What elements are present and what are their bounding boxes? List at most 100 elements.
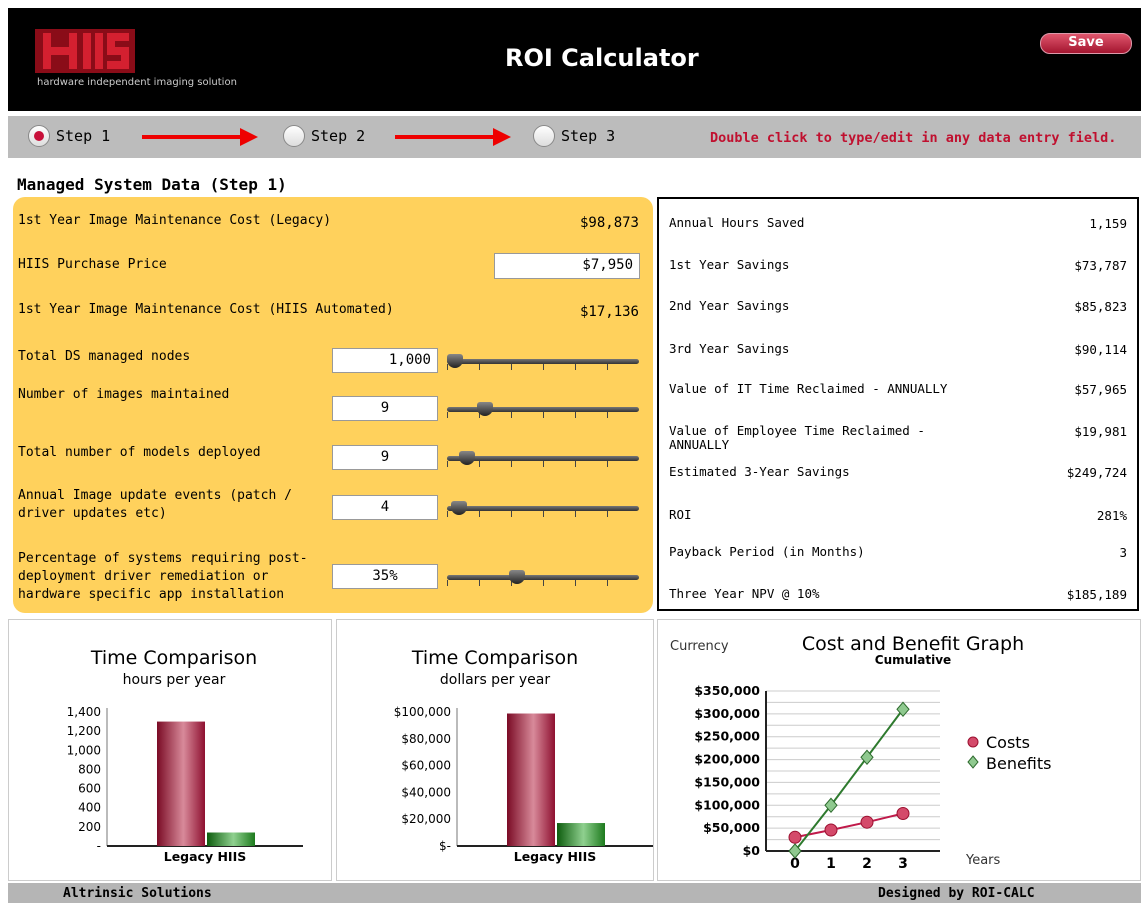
slider-ticks (447, 461, 639, 467)
result-label: Value of Employee Time Reclaimed - ANNUA… (669, 423, 925, 452)
legacy-cost-value: $98,873 (579, 215, 639, 231)
update-events-input[interactable]: 4 (332, 495, 438, 520)
result-label: Estimated 3-Year Savings (669, 464, 850, 479)
automated-cost-value: $17,136 (579, 304, 639, 320)
step-3-label: Step 3 (561, 127, 616, 145)
y-tick-label: $300,000 (694, 706, 760, 721)
chart-title: Time Comparison (90, 647, 257, 669)
x-axis-title: Years (965, 853, 1001, 868)
legend-benefits-marker (967, 755, 979, 769)
input-panel: 1st Year Image Maintenance Cost (Legacy)… (13, 197, 653, 613)
footer-credit: Designed by ROI-CALC (878, 886, 1035, 901)
result-value: $185,189 (1066, 587, 1127, 602)
result-label: ROI (669, 507, 692, 522)
cost-point (860, 815, 874, 829)
section-title: Managed System Data (Step 1) (17, 175, 287, 194)
x-tick-label: 1 (826, 856, 836, 872)
y-tick-label: $40,000 (401, 785, 451, 799)
edit-hint: Double click to type/edit in any data en… (710, 130, 1117, 146)
y-tick-label: 200 (78, 820, 101, 834)
chart-subtitle: Cumulative (875, 653, 951, 667)
step-2-radio[interactable]: Step 2 (283, 125, 365, 147)
legend-costs-label: Costs (986, 733, 1030, 752)
slider-ticks (447, 364, 639, 370)
step-1-label: Step 1 (56, 127, 111, 145)
results-panel: Annual Hours Saved 1,159 1st Year Saving… (657, 197, 1139, 611)
radio-unselected-icon (283, 125, 305, 147)
result-label: 2nd Year Savings (669, 298, 790, 313)
slider-ticks (447, 580, 639, 586)
time-dollars-chart: Time Comparison dollars per year $100,000 $… (394, 647, 653, 864)
legend-costs-marker (967, 736, 979, 748)
step-1-radio[interactable]: Step 1 (28, 125, 110, 147)
y-tick-label: 400 (78, 801, 101, 815)
y-tick-label: $20,000 (401, 812, 451, 826)
chart-title: Time Comparison (411, 647, 578, 669)
cost-point (896, 807, 910, 821)
x-tick-label: 2 (862, 856, 872, 872)
y-tick-label: $60,000 (401, 759, 451, 773)
chart-subtitle: dollars per year (440, 672, 550, 688)
x-tick-label: Legacy HIIS (164, 849, 247, 864)
purchase-price-label: HIIS Purchase Price (18, 257, 167, 272)
purchase-price-input[interactable]: $7,950 (494, 253, 640, 279)
y-tick-label: $80,000 (401, 732, 451, 746)
y-tick-label: - (97, 839, 101, 853)
slider-label: Total DS managed nodes (18, 349, 191, 364)
chart-title: Cost and Benefit Graph (802, 633, 1024, 655)
logo-tagline: hardware independent imaging solution (37, 77, 237, 88)
time-dollars-chart-panel: Time Comparison dollars per year $100,000 $… (336, 619, 654, 881)
automated-cost-label: 1st Year Image Maintenance Cost (HIIS Au… (18, 302, 394, 317)
models-slider[interactable] (447, 451, 639, 471)
y-tick-label: 1,200 (67, 724, 101, 738)
bar-hiis (557, 823, 605, 846)
slider-thumb[interactable] (450, 501, 467, 515)
result-value: $19,981 (1074, 424, 1127, 439)
result-label: 3rd Year Savings (669, 341, 790, 356)
y-axis-title: Currency (670, 639, 729, 654)
bar-legacy (157, 721, 205, 846)
step-3-radio[interactable]: Step 3 (533, 125, 615, 147)
arrow-right-icon (142, 128, 258, 146)
images-input[interactable]: 9 (332, 396, 438, 421)
y-tick-label: 1,000 (67, 743, 101, 757)
time-hours-chart-panel: Time Comparison hours per year 1,400 1,200 1… (8, 619, 332, 881)
arrow-right-icon (395, 128, 511, 146)
slider-ticks (447, 511, 639, 517)
result-value: 1,159 (1089, 216, 1127, 231)
radio-selected-icon (28, 125, 50, 147)
x-tick-label: 3 (898, 856, 908, 872)
app-title: ROI Calculator (505, 44, 699, 72)
time-hours-chart: Time Comparison hours per year 1,400 1,200 1… (67, 647, 303, 864)
hiis-logo (35, 29, 135, 73)
save-button[interactable]: Save (1040, 33, 1132, 54)
y-tick-label: $350,000 (694, 683, 760, 698)
result-label: Value of IT Time Reclaimed - ANNUALLY (669, 381, 948, 396)
result-value: $85,823 (1074, 299, 1127, 314)
result-value: 281% (1096, 508, 1127, 523)
slider-label: Percentage of systems requiring post-dep… (18, 551, 308, 602)
slider-label: Annual Image update events (patch / driv… (18, 488, 292, 521)
result-value: $249,724 (1066, 465, 1127, 480)
y-tick-label: $0 (743, 843, 761, 858)
radio-unselected-icon (533, 125, 555, 147)
images-slider[interactable] (447, 402, 639, 422)
cost-benefit-chart: Currency Cost and Benefit GraphCumulative… (670, 633, 1052, 872)
remediation-slider[interactable] (447, 570, 639, 590)
y-tick-label: $50,000 (703, 820, 760, 835)
footer: Altrinsic Solutions Designed by ROI-CALC (8, 883, 1141, 903)
y-tick-label: $250,000 (694, 729, 760, 744)
update-events-slider[interactable] (447, 501, 639, 521)
y-tick-label: $150,000 (694, 774, 760, 789)
x-tick-label: Legacy HIIS (514, 849, 597, 864)
footer-company: Altrinsic Solutions (63, 886, 212, 901)
models-input[interactable]: 9 (332, 445, 438, 470)
slider-thumb[interactable] (508, 570, 525, 584)
nodes-input[interactable]: 1,000 (332, 348, 438, 373)
slider-label: Total number of models deployed (18, 445, 261, 460)
nodes-slider[interactable] (447, 354, 639, 374)
remediation-input[interactable]: 35% (332, 564, 438, 589)
y-tick-label: 600 (78, 782, 101, 796)
y-tick-label: 800 (78, 762, 101, 776)
series-line-benefits (794, 708, 904, 852)
